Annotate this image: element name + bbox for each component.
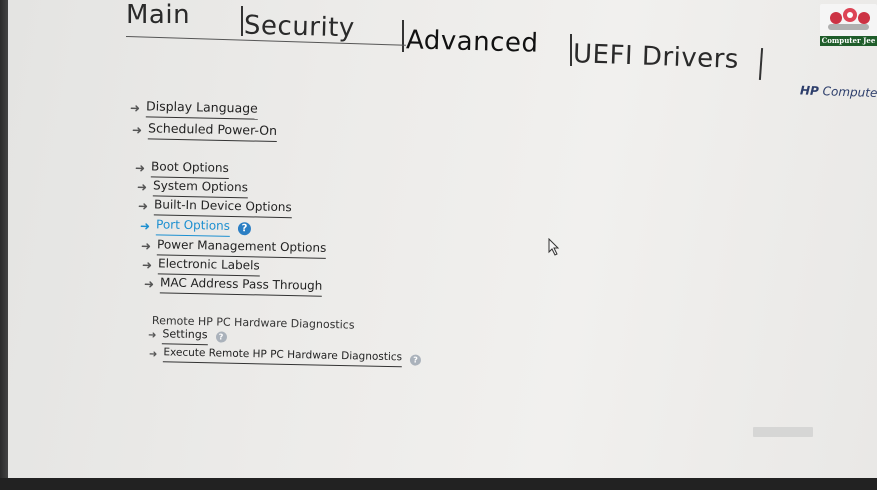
menu-item-label: MAC Address Pass Through (159, 275, 323, 297)
menu-item-settings[interactable]: ➜ Settings ? (148, 327, 227, 346)
arrow-right-icon: ➜ (140, 239, 152, 254)
brand-label: HP Computer S (799, 83, 877, 101)
arrow-right-icon: ➜ (148, 348, 158, 360)
menu-item-label: Execute Remote HP PC Hardware Diagnostic… (163, 346, 403, 368)
menu-item-label: System Options (152, 178, 249, 199)
arrow-right-icon: ➜ (139, 219, 151, 234)
menu-item-label: Built-In Device Options (153, 197, 292, 219)
logo-caption: Computer Jee (820, 36, 877, 46)
arrow-right-icon: ➜ (131, 122, 143, 137)
tab-separator (402, 20, 404, 52)
menu-item-built-in-device-options[interactable]: ➜ Built-In Device Options (137, 197, 292, 219)
tab-advanced[interactable]: Advanced (406, 25, 539, 58)
tab-separator (241, 6, 243, 36)
screen-bezel-bottom (0, 478, 877, 490)
menu-item-label: Settings (162, 327, 208, 346)
tab-main[interactable]: Main (126, 0, 190, 30)
help-icon[interactable]: ? (237, 221, 252, 235)
tab-separator (570, 34, 572, 66)
menu-item-scheduled-power-on[interactable]: ➜ Scheduled Power-On (131, 120, 278, 143)
mouse-pointer-icon (548, 238, 560, 256)
faint-button[interactable] (753, 427, 813, 437)
help-icon[interactable]: ? (409, 353, 422, 366)
tab-uefi-drivers[interactable]: UEFI Drivers (573, 39, 740, 75)
arrow-right-icon: ➜ (147, 330, 157, 342)
menu-item-electronic-labels[interactable]: ➜ Electronic Labels (141, 256, 260, 277)
menu-item-label: Power Management Options (156, 237, 327, 259)
logo-graphic-icon (828, 8, 870, 30)
menu-item-label: Electronic Labels (157, 256, 260, 277)
menu-item-label: Scheduled Power-On (147, 120, 278, 143)
menu-item-label: Boot Options (150, 159, 229, 179)
arrow-right-icon: ➜ (129, 100, 141, 115)
channel-logo: Computer Jee (820, 4, 877, 46)
menu-item-boot-options[interactable]: ➜ Boot Options (135, 159, 229, 179)
menu-item-mac-address-pass-through[interactable]: ➜ MAC Address Pass Through (144, 275, 323, 297)
menu-item-display-language[interactable]: ➜ Display Language (130, 98, 258, 120)
arrow-right-icon: ➜ (134, 161, 146, 176)
help-icon[interactable]: ? (215, 331, 227, 343)
tab-separator (758, 47, 764, 81)
arrow-right-icon: ➜ (136, 180, 148, 195)
arrow-right-icon: ➜ (143, 277, 155, 292)
menu-item-port-options[interactable]: ➜ Port Options ? (139, 217, 252, 237)
menu-item-label: Port Options (155, 217, 231, 237)
screen-bezel-left (0, 0, 8, 490)
arrow-right-icon: ➜ (137, 199, 149, 214)
tab-security[interactable]: Security (244, 11, 356, 44)
menu-item-execute-remote-diagnostics[interactable]: ➜ Execute Remote HP PC Hardware Diagnost… (148, 346, 422, 368)
menu-item-label: Display Language (145, 98, 258, 120)
bios-screen: Main Security Advanced UEFI Drivers HP C… (8, 0, 877, 478)
menu-item-system-options[interactable]: ➜ System Options (136, 178, 249, 199)
arrow-right-icon: ➜ (141, 258, 153, 273)
